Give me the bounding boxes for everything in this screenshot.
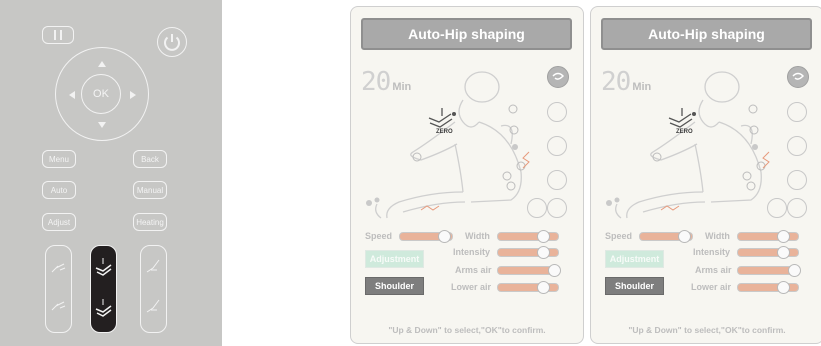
option-circle[interactable] bbox=[547, 102, 567, 122]
program-title-bar: Auto-Hip shaping bbox=[361, 18, 572, 50]
program-title: Auto-Hip shaping bbox=[408, 26, 525, 42]
slider-knob[interactable] bbox=[777, 246, 790, 259]
instruction-hint: "Up & Down" to select,"OK"to confirm. bbox=[628, 325, 786, 335]
mode-icon[interactable] bbox=[787, 66, 809, 88]
zero-gravity-label: ZERO bbox=[436, 129, 453, 135]
pause-icon bbox=[54, 30, 62, 40]
pause-button[interactable] bbox=[42, 26, 74, 44]
back-button[interactable]: Back bbox=[133, 150, 167, 168]
display-screen: Auto-Hip shaping 20 Min ZERO Speed Width… bbox=[350, 6, 584, 344]
direction-pad: OK bbox=[55, 47, 149, 141]
speed-slider[interactable] bbox=[399, 230, 453, 243]
width-label: Width bbox=[465, 231, 490, 241]
slider-knob[interactable] bbox=[788, 264, 801, 277]
option-circle[interactable] bbox=[547, 198, 567, 218]
option-circle[interactable] bbox=[527, 198, 547, 218]
option-circle[interactable] bbox=[787, 198, 807, 218]
shoulder-button[interactable]: Shoulder bbox=[365, 277, 424, 295]
option-circle[interactable] bbox=[767, 198, 787, 218]
option-circle[interactable] bbox=[547, 170, 567, 190]
option-circle[interactable] bbox=[787, 136, 807, 156]
slider-knob[interactable] bbox=[678, 230, 692, 243]
recline-icon bbox=[51, 263, 66, 311]
arrow-down-icon[interactable] bbox=[98, 122, 106, 128]
width-slider[interactable] bbox=[737, 230, 799, 243]
back-label: Back bbox=[141, 154, 159, 164]
program-title-bar: Auto-Hip shaping bbox=[601, 18, 812, 50]
recline-pill-right[interactable] bbox=[140, 245, 167, 333]
shoulder-label: Shoulder bbox=[614, 281, 654, 291]
intensity-slider[interactable] bbox=[497, 246, 559, 259]
lower-air-label: Lower air bbox=[451, 282, 492, 292]
arms-air-slider[interactable] bbox=[497, 264, 561, 277]
adjust-button[interactable]: Adjust bbox=[42, 213, 76, 231]
lower-air-slider[interactable] bbox=[497, 281, 559, 294]
adjustment-label: Adjustment bbox=[609, 254, 660, 264]
width-label: Width bbox=[705, 231, 730, 241]
arrow-right-icon[interactable] bbox=[130, 91, 136, 99]
auto-button[interactable]: Auto bbox=[42, 181, 76, 199]
ok-button[interactable]: OK bbox=[81, 74, 121, 114]
lower-air-slider[interactable] bbox=[737, 281, 799, 294]
shoulder-button[interactable]: Shoulder bbox=[605, 277, 664, 295]
slider-knob[interactable] bbox=[777, 281, 790, 294]
slider-knob[interactable] bbox=[777, 230, 790, 243]
adjustment-button[interactable]: Adjustment bbox=[605, 250, 664, 268]
width-slider[interactable] bbox=[497, 230, 559, 243]
slider-knob[interactable] bbox=[537, 281, 550, 294]
power-icon bbox=[164, 34, 180, 51]
menu-button[interactable]: Menu bbox=[42, 150, 76, 168]
recline-icon bbox=[146, 259, 160, 313]
slider-knob[interactable] bbox=[537, 230, 550, 243]
mode-icon[interactable] bbox=[547, 66, 569, 88]
program-title: Auto-Hip shaping bbox=[648, 26, 765, 42]
manual-button[interactable]: Manual bbox=[133, 181, 167, 199]
lower-air-label: Lower air bbox=[691, 282, 732, 292]
adjustment-label: Adjustment bbox=[369, 254, 420, 264]
intensity-label: Intensity bbox=[693, 247, 731, 257]
arrow-up-icon[interactable] bbox=[98, 61, 106, 67]
slider-knob[interactable] bbox=[537, 246, 550, 259]
massage-mode-icon bbox=[552, 72, 565, 80]
zero-gravity-pill[interactable] bbox=[90, 245, 117, 333]
option-circle[interactable] bbox=[787, 102, 807, 122]
arrow-left-icon[interactable] bbox=[69, 91, 75, 99]
menu-label: Menu bbox=[48, 154, 69, 164]
arms-air-slider[interactable] bbox=[737, 264, 801, 277]
intensity-slider[interactable] bbox=[737, 246, 799, 259]
recline-pill-left[interactable] bbox=[45, 245, 72, 333]
option-circle[interactable] bbox=[787, 170, 807, 190]
zero-gravity-label: ZERO bbox=[676, 129, 693, 135]
slider-knob[interactable] bbox=[548, 264, 561, 277]
speed-label: Speed bbox=[605, 231, 633, 241]
shoulder-label: Shoulder bbox=[374, 281, 414, 291]
intensity-label: Intensity bbox=[453, 247, 491, 257]
instruction-hint: "Up & Down" to select,"OK"to confirm. bbox=[388, 325, 546, 335]
adjust-label: Adjust bbox=[47, 217, 71, 227]
adjustment-button[interactable]: Adjustment bbox=[365, 250, 424, 268]
auto-label: Auto bbox=[50, 185, 68, 195]
heating-button[interactable]: Heating bbox=[133, 213, 167, 231]
slider-knob[interactable] bbox=[438, 230, 452, 243]
option-circle[interactable] bbox=[547, 136, 567, 156]
arms-air-label: Arms air bbox=[695, 265, 732, 275]
display-screen: Auto-Hip shaping 20 Min ZERO Speed Width… bbox=[590, 6, 821, 344]
ok-label: OK bbox=[93, 88, 109, 100]
massage-mode-icon bbox=[792, 72, 805, 80]
heating-label: Heating bbox=[136, 217, 164, 227]
manual-label: Manual bbox=[136, 185, 164, 195]
arms-air-label: Arms air bbox=[455, 265, 492, 275]
speed-slider[interactable] bbox=[639, 230, 693, 243]
power-button[interactable] bbox=[157, 27, 187, 57]
zero-gravity-icon bbox=[95, 258, 112, 317]
speed-label: Speed bbox=[365, 231, 393, 241]
remote-control: OK Menu Back Auto Manual Adjust Heating bbox=[0, 0, 222, 346]
